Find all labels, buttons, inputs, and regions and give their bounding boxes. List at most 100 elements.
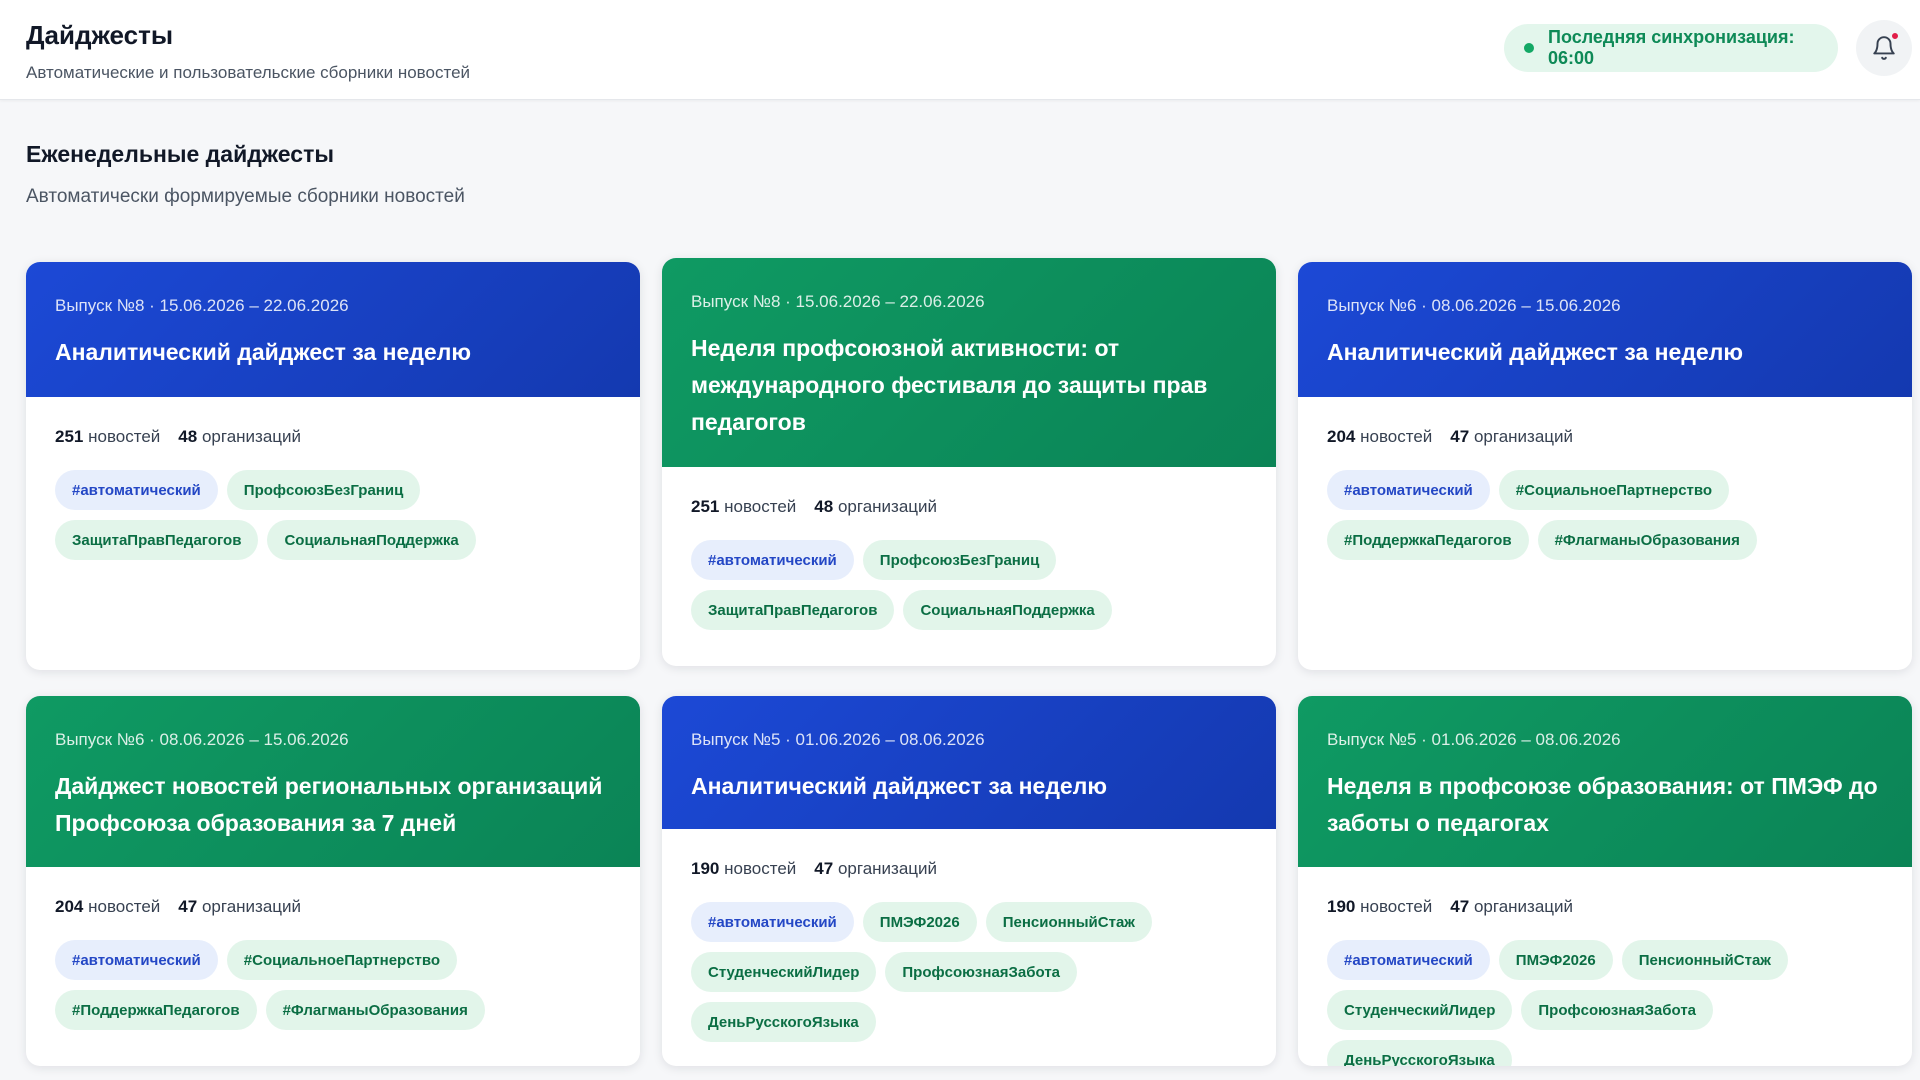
section-title: Еженедельные дайджесты [26, 141, 334, 167]
org-count: 47 [814, 859, 834, 878]
page-subtitle: Автоматические и пользовательские сборни… [26, 63, 471, 82]
digest-card[interactable]: Выпуск №6 · 08.06.2026 – 15.06.2026 Анал… [1298, 262, 1912, 670]
tag-chip[interactable]: ПенсионныйСтаж [1621, 940, 1788, 980]
tag-chip[interactable]: ПенсионныйСтаж [985, 902, 1152, 942]
page-title: Дайджесты [26, 20, 174, 50]
card-stats: 251 новостей 48 организаций [691, 497, 1247, 517]
tag-list: #автоматический ПрофсоюзБезГраниц Защита… [691, 540, 1247, 630]
orgs-label: организаций [1473, 427, 1574, 446]
tag-chip[interactable]: #автоматический [1327, 470, 1490, 510]
news-count: 190 [691, 859, 720, 878]
tag-chip[interactable]: ПМЭФ2026 [862, 902, 977, 942]
tag-chip[interactable]: ДеньРусскогоЯзыка [691, 1002, 876, 1042]
sync-status-badge: Последняя синхронизация: 06:00 [1504, 24, 1838, 72]
card-title: Дайджест новостей региональных организац… [55, 773, 603, 836]
news-count: 204 [1327, 427, 1356, 446]
card-body: 204 новостей 47 организаций #автоматическ… [1298, 397, 1912, 560]
card-body: 190 новостей 47 организаций #автоматическ… [1298, 867, 1912, 1066]
digest-card[interactable]: Выпуск №5 · 01.06.2026 – 08.06.2026 Неде… [1298, 696, 1912, 1066]
news-count: 251 [55, 427, 84, 446]
tag-list: #автоматический ПМЭФ2026 ПенсионныйСтаж … [691, 902, 1247, 1042]
status-dot-icon [1524, 43, 1534, 53]
card-header: Выпуск №8 · 15.06.2026 – 22.06.2026 Анал… [26, 262, 640, 397]
tag-chip[interactable]: #автоматический [691, 902, 854, 942]
sync-status-text: Последняя синхронизация: 06:00 [1548, 27, 1795, 68]
tag-chip[interactable]: ЗащитаПравПедагогов [55, 520, 259, 560]
news-label: новостей [1360, 897, 1433, 916]
card-title: Неделя профсоюзной активности: от междун… [691, 335, 1208, 435]
digest-card[interactable]: Выпуск №6 · 08.06.2026 – 15.06.2026 Дайд… [26, 696, 640, 1066]
card-title: Аналитический дайджест за неделю [691, 773, 1107, 799]
tag-chip[interactable]: СоциальнаяПоддержка [903, 590, 1112, 630]
card-body: 251 новостей 48 организаций #автоматическ… [662, 467, 1276, 630]
card-issue-meta: Выпуск №6 · 08.06.2026 – 15.06.2026 [1327, 296, 1621, 315]
card-issue-meta: Выпуск №5 · 01.06.2026 – 08.06.2026 [1327, 730, 1621, 749]
card-issue-meta: Выпуск №6 · 08.06.2026 – 15.06.2026 [55, 730, 349, 749]
tag-chip[interactable]: #ПоддержкаПедагогов [1327, 520, 1529, 560]
section-subtitle: Автоматически формируемые сборники новос… [26, 186, 465, 207]
tag-list: #автоматический #СоциальноеПартнерство #… [1327, 470, 1883, 560]
news-count: 251 [691, 497, 720, 516]
top-bar: Дайджесты Автоматические и пользовательс… [0, 0, 1920, 100]
digest-card[interactable]: Выпуск №8 · 15.06.2026 – 22.06.2026 Неде… [662, 258, 1276, 666]
tag-chip[interactable]: ПрофсоюзБезГраниц [226, 470, 421, 510]
card-stats: 204 новостей 47 организаций [55, 897, 611, 917]
news-count: 204 [55, 897, 84, 916]
orgs-label: организаций [837, 859, 938, 878]
org-count: 47 [178, 897, 198, 916]
orgs-label: организаций [201, 427, 302, 446]
tag-chip[interactable]: ПрофсоюзБезГраниц [862, 540, 1057, 580]
card-body: 204 новостей 47 организаций #автоматическ… [26, 867, 640, 1030]
tag-chip[interactable]: #СоциальноеПартнерство [1498, 470, 1730, 510]
news-label: новостей [88, 427, 161, 446]
tag-chip[interactable]: СоциальнаяПоддержка [267, 520, 476, 560]
tag-chip[interactable]: #автоматический [1327, 940, 1490, 980]
tag-chip[interactable]: #ФлагманыОбразования [1537, 520, 1757, 560]
news-label: новостей [1360, 427, 1433, 446]
card-body: 251 новостей 48 организаций #автоматическ… [26, 397, 640, 560]
org-count: 47 [1450, 427, 1470, 446]
notifications-button[interactable] [1856, 20, 1912, 76]
tag-chip[interactable]: #ФлагманыОбразования [265, 990, 485, 1030]
news-label: новостей [724, 497, 797, 516]
card-issue-meta: Выпуск №5 · 01.06.2026 – 08.06.2026 [691, 730, 985, 749]
news-label: новостей [724, 859, 797, 878]
tag-chip[interactable]: #ПоддержкаПедагогов [55, 990, 257, 1030]
orgs-label: организаций [1473, 897, 1574, 916]
card-stats: 190 новостей 47 организаций [691, 859, 1247, 879]
tag-list: #автоматический #СоциальноеПартнерство #… [55, 940, 611, 1030]
card-body: 190 новостей 47 организаций #автоматическ… [662, 829, 1276, 1042]
news-count: 190 [1327, 897, 1356, 916]
orgs-label: организаций [201, 897, 302, 916]
tag-chip[interactable]: ПрофсоюзнаяЗабота [885, 952, 1078, 992]
card-stats: 204 новостей 47 организаций [1327, 427, 1883, 447]
tag-list: #автоматический ПрофсоюзБезГраниц Защита… [55, 470, 611, 560]
tag-chip[interactable]: #СоциальноеПартнерство [226, 940, 458, 980]
tag-chip[interactable]: #автоматический [55, 470, 218, 510]
org-count: 48 [814, 497, 834, 516]
card-header: Выпуск №5 · 01.06.2026 – 08.06.2026 Анал… [662, 696, 1276, 829]
digest-card[interactable]: Выпуск №5 · 01.06.2026 – 08.06.2026 Анал… [662, 696, 1276, 1066]
tag-chip[interactable]: #автоматический [691, 540, 854, 580]
card-issue-meta: Выпуск №8 · 15.06.2026 – 22.06.2026 [691, 292, 985, 311]
card-title: Аналитический дайджест за неделю [55, 339, 471, 365]
card-title: Неделя в профсоюзе образования: от ПМЭФ … [1327, 773, 1878, 836]
org-count: 47 [1450, 897, 1470, 916]
card-header: Выпуск №5 · 01.06.2026 – 08.06.2026 Неде… [1298, 696, 1912, 867]
orgs-label: организаций [837, 497, 938, 516]
digest-card[interactable]: Выпуск №8 · 15.06.2026 – 22.06.2026 Анал… [26, 262, 640, 670]
card-header: Выпуск №6 · 08.06.2026 – 15.06.2026 Дайд… [26, 696, 640, 867]
card-stats: 251 новостей 48 организаций [55, 427, 611, 447]
tag-chip[interactable]: ПрофсоюзнаяЗабота [1521, 990, 1714, 1030]
tag-chip[interactable]: #автоматический [55, 940, 218, 980]
news-label: новостей [88, 897, 161, 916]
card-stats: 190 новостей 47 организаций [1327, 897, 1883, 917]
tag-chip[interactable]: СтуденческийЛидер [691, 952, 877, 992]
tag-chip[interactable]: ПМЭФ2026 [1498, 940, 1613, 980]
tag-chip[interactable]: ДеньРусскогоЯзыка [1327, 1040, 1512, 1066]
card-title: Аналитический дайджест за неделю [1327, 339, 1743, 365]
tag-chip[interactable]: СтуденческийЛидер [1327, 990, 1513, 1030]
tag-chip[interactable]: ЗащитаПравПедагогов [691, 590, 895, 630]
notification-badge [1890, 31, 1900, 41]
card-header: Выпуск №8 · 15.06.2026 – 22.06.2026 Неде… [662, 258, 1276, 467]
